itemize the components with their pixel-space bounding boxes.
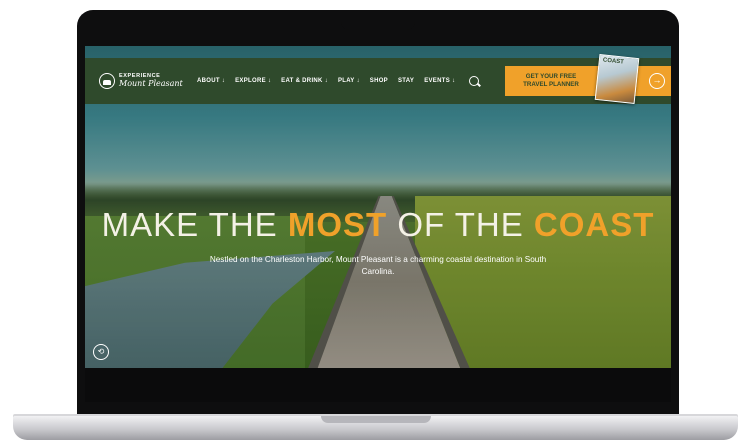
- menu-item-about[interactable]: ABOUT ↓: [197, 78, 225, 84]
- travel-guide-cover-image: COAST: [594, 54, 640, 104]
- hero-subtitle: Nestled on the Charleston Harbor, Mount …: [209, 255, 547, 277]
- site-logo[interactable]: EXPERIENCE Mount Pleasant: [99, 73, 185, 89]
- menu-item-explore[interactable]: EXPLORE ↓: [235, 78, 271, 84]
- logo-bottom-text: Mount Pleasant: [119, 78, 183, 88]
- menu-item-eat-drink[interactable]: EAT & DRINK ↓: [281, 78, 328, 84]
- travel-planner-button[interactable]: GET YOUR FREE TRAVEL PLANNER COAST →: [505, 54, 671, 104]
- menu: ABOUT ↓ EXPLORE ↓ EAT & DRINK ↓ PLAY ↓ S…: [197, 78, 455, 84]
- hero-headline: MAKE THE MOST OF THE COAST: [85, 206, 671, 244]
- travel-planner-label: GET YOUR FREE TRAVEL PLANNER: [505, 73, 597, 89]
- cta-line-2: TRAVEL PLANNER: [523, 81, 579, 88]
- opening-groove: [320, 416, 431, 423]
- lighthouse-icon: [99, 73, 115, 89]
- menu-item-stay[interactable]: STAY: [398, 78, 414, 84]
- menu-item-play[interactable]: PLAY ↓: [338, 78, 360, 84]
- camera-notch: [341, 10, 415, 30]
- headline-accent-most: MOST: [287, 206, 388, 243]
- website-screen: EXPERIENCE Mount Pleasant ABOUT ↓ EXPLOR…: [85, 46, 671, 368]
- headline-part-1: MAKE THE: [101, 206, 288, 243]
- headline-part-2: OF THE: [387, 206, 534, 243]
- video-toggle-icon[interactable]: ⟲: [93, 344, 109, 360]
- search-icon[interactable]: [469, 76, 480, 86]
- laptop-mockup: EXPERIENCE Mount Pleasant ABOUT ↓ EXPLOR…: [0, 0, 747, 440]
- main-navigation: EXPERIENCE Mount Pleasant ABOUT ↓ EXPLOR…: [85, 54, 671, 104]
- laptop-base: [13, 416, 738, 440]
- menu-item-shop[interactable]: SHOP: [370, 78, 388, 84]
- arrow-right-icon[interactable]: →: [649, 73, 665, 89]
- headline-accent-coast: COAST: [533, 206, 655, 243]
- screen-bottom-bezel: [85, 368, 671, 402]
- guide-title: COAST: [602, 57, 625, 66]
- menu-item-events[interactable]: EVENTS ↓: [424, 78, 455, 84]
- cta-line-1: GET YOUR FREE: [525, 73, 577, 81]
